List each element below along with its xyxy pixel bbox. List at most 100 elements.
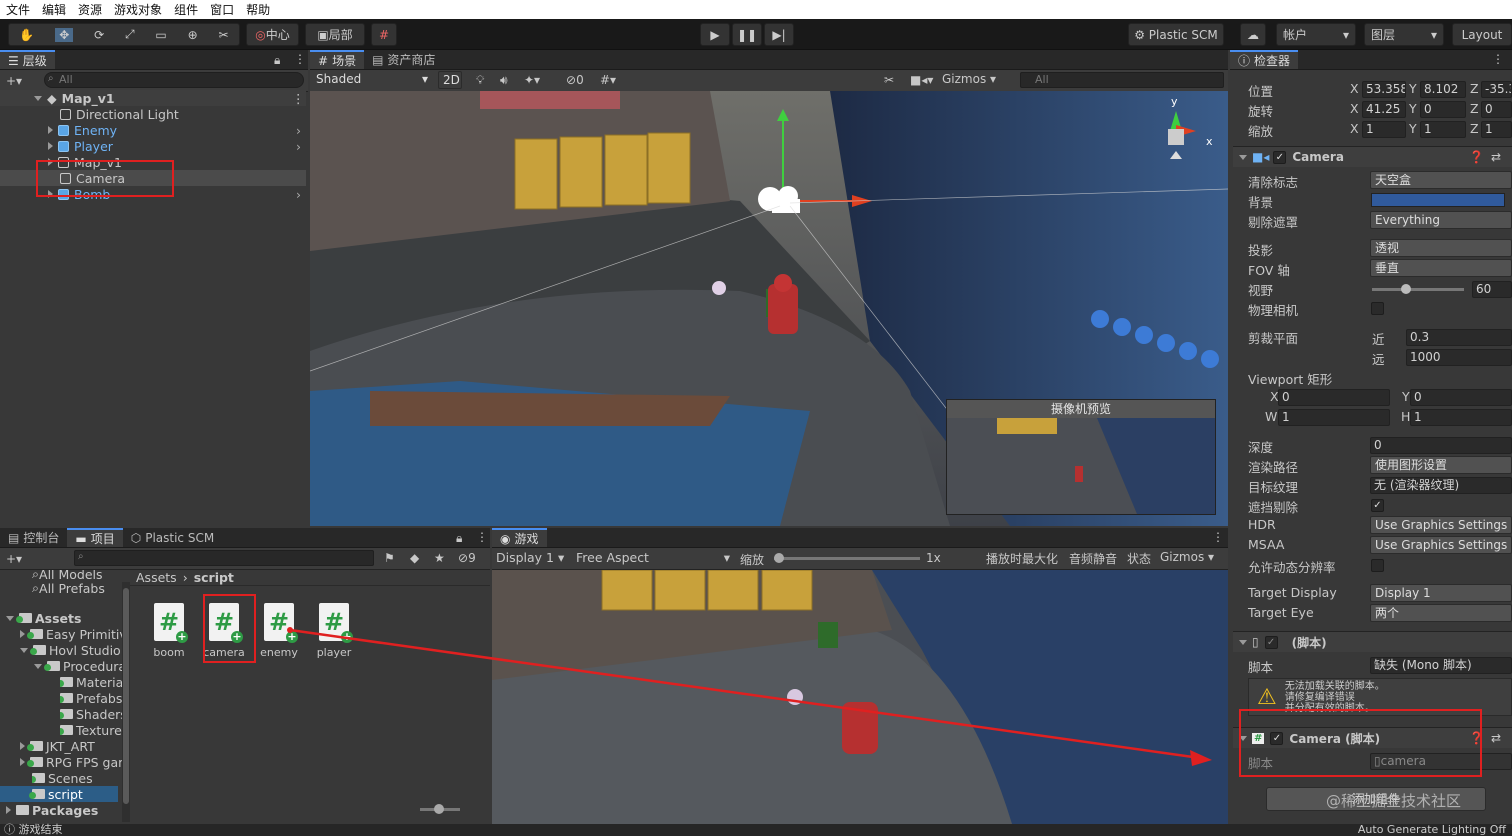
tree-scrollbar[interactable] xyxy=(122,582,130,822)
tools-icon[interactable]: ✂ xyxy=(884,73,894,87)
maximize-on-play-button[interactable]: 播放时最大化 xyxy=(986,550,1058,567)
tab-scene[interactable]: # 场景 xyxy=(310,50,365,69)
target-display-dropdown[interactable]: Display 1 xyxy=(1370,584,1512,602)
tree-easy-primitive[interactable]: Easy Primitive xyxy=(20,626,122,642)
tree-materials[interactable]: Materials xyxy=(60,674,122,690)
tree-rpg-fps[interactable]: RPG FPS game xyxy=(20,754,122,770)
transform-tool-icon[interactable]: ⊕ xyxy=(188,28,198,42)
camera-icon[interactable]: ■◂▾ xyxy=(910,73,933,87)
layers-dropdown[interactable]: 图层 ▾ xyxy=(1364,23,1444,46)
game-viewport[interactable] xyxy=(492,570,1228,824)
tree-procedural[interactable]: Procedural xyxy=(34,658,122,674)
hierarchy-item-directional-light[interactable]: Directional Light xyxy=(0,106,306,122)
favorite-all-prefabs[interactable]: ⌕ All Prefabs xyxy=(32,580,105,596)
2d-toggle[interactable]: 2D xyxy=(438,71,462,89)
tab-asset-store[interactable]: ▤ 资产商店 xyxy=(364,50,443,69)
clear-flags-dropdown[interactable]: 天空盒 xyxy=(1370,171,1512,189)
hierarchy-search-input[interactable]: All xyxy=(44,72,304,88)
missing-script-component-header[interactable]: ▯ ✓ (脚本) xyxy=(1233,631,1512,652)
chevron-right-icon[interactable]: › xyxy=(296,123,301,138)
culling-mask-dropdown[interactable]: Everything xyxy=(1370,211,1512,229)
tree-shaders[interactable]: Shaders xyxy=(60,706,122,722)
camera-enabled-checkbox[interactable]: ✓ xyxy=(1273,150,1287,164)
missing-script-field[interactable]: 缺失 (Mono 脚本) xyxy=(1370,657,1512,674)
tree-hovl-studio[interactable]: Hovl Studio xyxy=(20,642,121,658)
projection-dropdown[interactable]: 透视 xyxy=(1370,239,1512,257)
target-eye-dropdown[interactable]: 两个 xyxy=(1370,604,1512,622)
grid-toggle-icon[interactable]: #▾ xyxy=(600,73,616,87)
expand-arrow-icon[interactable] xyxy=(6,615,14,621)
menu-window[interactable]: 窗口 xyxy=(204,1,240,18)
scale-y-field[interactable]: 1 xyxy=(1420,121,1466,138)
rect-tool-icon[interactable]: ▭ xyxy=(155,28,166,42)
cloud-icon[interactable]: ☁ xyxy=(1240,23,1266,46)
viewport-x-field[interactable]: 0 xyxy=(1278,389,1390,406)
lock-icon[interactable]: 🔒︎ xyxy=(456,531,462,546)
viewport-w-field[interactable]: 1 xyxy=(1278,409,1390,426)
mute-audio-button[interactable]: 音频静音 xyxy=(1069,550,1117,567)
more-icon[interactable]: ⋮ xyxy=(294,52,306,66)
play-button[interactable]: ▶ xyxy=(700,23,730,46)
msaa-dropdown[interactable]: Use Graphics Settings xyxy=(1370,536,1512,554)
scale-x-field[interactable]: 1 xyxy=(1362,121,1406,138)
tree-packages[interactable]: Packages xyxy=(6,802,98,818)
rendering-path-dropdown[interactable]: 使用图形设置 xyxy=(1370,456,1512,474)
settings-icon[interactable]: ⇄ xyxy=(1491,731,1501,745)
hierarchy-item-player[interactable]: Player › xyxy=(0,138,306,154)
expand-arrow-icon[interactable] xyxy=(1239,639,1247,645)
expand-arrow-icon[interactable] xyxy=(48,142,53,150)
display-dropdown[interactable]: Display 1 ▾ xyxy=(496,550,572,565)
settings-icon[interactable]: ⇄ xyxy=(1491,150,1501,164)
filter-type-icon[interactable]: ⚑ xyxy=(384,551,395,565)
fov-axis-dropdown[interactable]: 垂直 xyxy=(1370,259,1512,277)
effects-icon[interactable]: ✦▾ xyxy=(524,73,540,87)
expand-arrow-icon[interactable] xyxy=(34,95,42,101)
chevron-right-icon[interactable]: › xyxy=(296,187,301,202)
tab-game[interactable]: ◉ 游戏 xyxy=(492,528,547,547)
gizmos-button[interactable]: Gizmos ▾ xyxy=(1160,550,1214,564)
rotation-x-field[interactable]: 41.25 xyxy=(1362,101,1406,118)
scene-search-input[interactable]: All xyxy=(1020,72,1224,88)
hand-tool-icon[interactable]: ✋ xyxy=(19,28,34,42)
hidden-packages-icon[interactable]: ⊘9 xyxy=(458,551,476,565)
scene-viewport[interactable]: y x 摄像机预览 xyxy=(310,91,1228,526)
account-dropdown[interactable]: 帐户 ▾ xyxy=(1276,23,1356,46)
local-button[interactable]: ▣ 局部 xyxy=(305,23,365,46)
tree-script[interactable]: script xyxy=(0,786,118,802)
move-tool-icon[interactable]: ✥ xyxy=(55,27,74,42)
hdr-dropdown[interactable]: Use Graphics Settings xyxy=(1370,516,1512,534)
lighting-icon[interactable]: 💡︎ xyxy=(476,73,484,88)
layout-dropdown[interactable]: Layout xyxy=(1452,23,1512,46)
scene-row[interactable]: ◆ Map_v1 ⋮ xyxy=(0,90,306,106)
fov-slider[interactable] xyxy=(1372,284,1464,294)
aspect-dropdown[interactable]: Free Aspect ▾ xyxy=(576,550,732,565)
grid-snap-button[interactable]: # xyxy=(371,23,397,46)
menu-component[interactable]: 组件 xyxy=(168,1,204,18)
rotate-tool-icon[interactable]: ⟳ xyxy=(94,28,104,42)
status-message[interactable]: 游戏结束 xyxy=(19,823,63,836)
menu-file[interactable]: 文件 xyxy=(0,1,36,18)
custom-tool-icon[interactable]: ✂ xyxy=(218,28,228,42)
favorite-icon[interactable]: ★ xyxy=(434,551,445,565)
scale-z-field[interactable]: 1 xyxy=(1481,121,1512,138)
more-icon[interactable]: ⋮ xyxy=(1212,530,1224,544)
depth-field[interactable]: 0 xyxy=(1370,437,1512,454)
position-y-field[interactable]: 8.102 xyxy=(1420,81,1466,98)
add-icon[interactable]: +▾ xyxy=(6,74,22,88)
breadcrumb-assets[interactable]: Assets xyxy=(136,570,177,585)
tab-console[interactable]: ▤ 控制台 xyxy=(0,528,67,547)
expand-arrow-icon[interactable] xyxy=(20,742,25,750)
more-icon[interactable]: ⋮ xyxy=(476,530,488,544)
expand-arrow-icon[interactable] xyxy=(20,630,25,638)
step-button[interactable]: ▶| xyxy=(764,23,794,46)
background-color-swatch[interactable] xyxy=(1371,193,1505,207)
expand-arrow-icon[interactable] xyxy=(20,647,28,653)
dynamic-resolution-checkbox[interactable] xyxy=(1371,559,1384,572)
breadcrumb-script[interactable]: script xyxy=(194,570,234,585)
viewport-y-field[interactable]: 0 xyxy=(1410,389,1512,406)
icon-size-slider[interactable] xyxy=(420,804,460,814)
gizmos-dropdown[interactable]: Gizmos ▾ xyxy=(942,72,1014,86)
position-x-field[interactable]: 53.358 xyxy=(1362,81,1406,98)
lock-icon[interactable]: 🔒︎ xyxy=(274,53,280,68)
tree-assets[interactable]: Assets xyxy=(6,610,81,626)
